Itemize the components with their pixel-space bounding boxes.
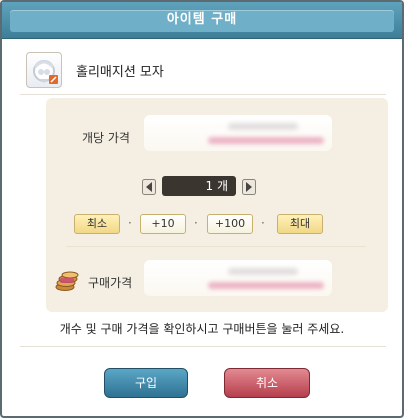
arrow-right-icon: [242, 179, 256, 195]
total-price-blurred-line: [208, 282, 324, 289]
holy-magician-hat-icon: [26, 52, 62, 88]
min-quantity-button[interactable]: 최소: [74, 214, 120, 234]
increase-quantity-button[interactable]: [242, 179, 256, 195]
dialog-title: 아이템 구매: [166, 12, 238, 27]
unit-price-label: 개당 가격: [82, 131, 130, 145]
total-price-value: [144, 260, 332, 296]
item-name: 홀리매지션 모자: [76, 65, 164, 80]
total-price-blurred-line: [228, 268, 298, 275]
decrease-quantity-button[interactable]: [142, 179, 156, 195]
max-quantity-button[interactable]: 최대: [277, 214, 323, 234]
buy-button[interactable]: 구입: [104, 368, 188, 398]
plus-10-button[interactable]: +10: [140, 214, 186, 234]
arrow-left-icon: [142, 179, 156, 195]
purchase-dialog: 아이템 구매 홀리매지션 모자 개당 가격 1 개 최소 · +10 · +10…: [0, 0, 404, 418]
title-bar: 아이템 구매: [2, 2, 402, 39]
total-price-label: 구매가격: [88, 276, 133, 290]
unit-price-blurred-line: [208, 137, 324, 144]
unit-price-value: [144, 115, 332, 151]
separator-dot: ·: [194, 216, 198, 230]
coins-icon: [54, 270, 80, 292]
plus-100-button[interactable]: +100: [207, 214, 253, 234]
divider: [20, 346, 386, 347]
instruction-text: 개수 및 구매 가격을 확인하시고 구매버튼을 눌러 주세요.: [59, 322, 345, 336]
quantity-display[interactable]: 1 개: [162, 176, 236, 196]
cancel-button[interactable]: 취소: [224, 368, 310, 398]
separator-dot: ·: [128, 216, 132, 230]
separator-dot: ·: [261, 216, 265, 230]
divider: [20, 94, 386, 95]
divider: [66, 246, 366, 247]
unit-price-blurred-line: [228, 123, 298, 130]
